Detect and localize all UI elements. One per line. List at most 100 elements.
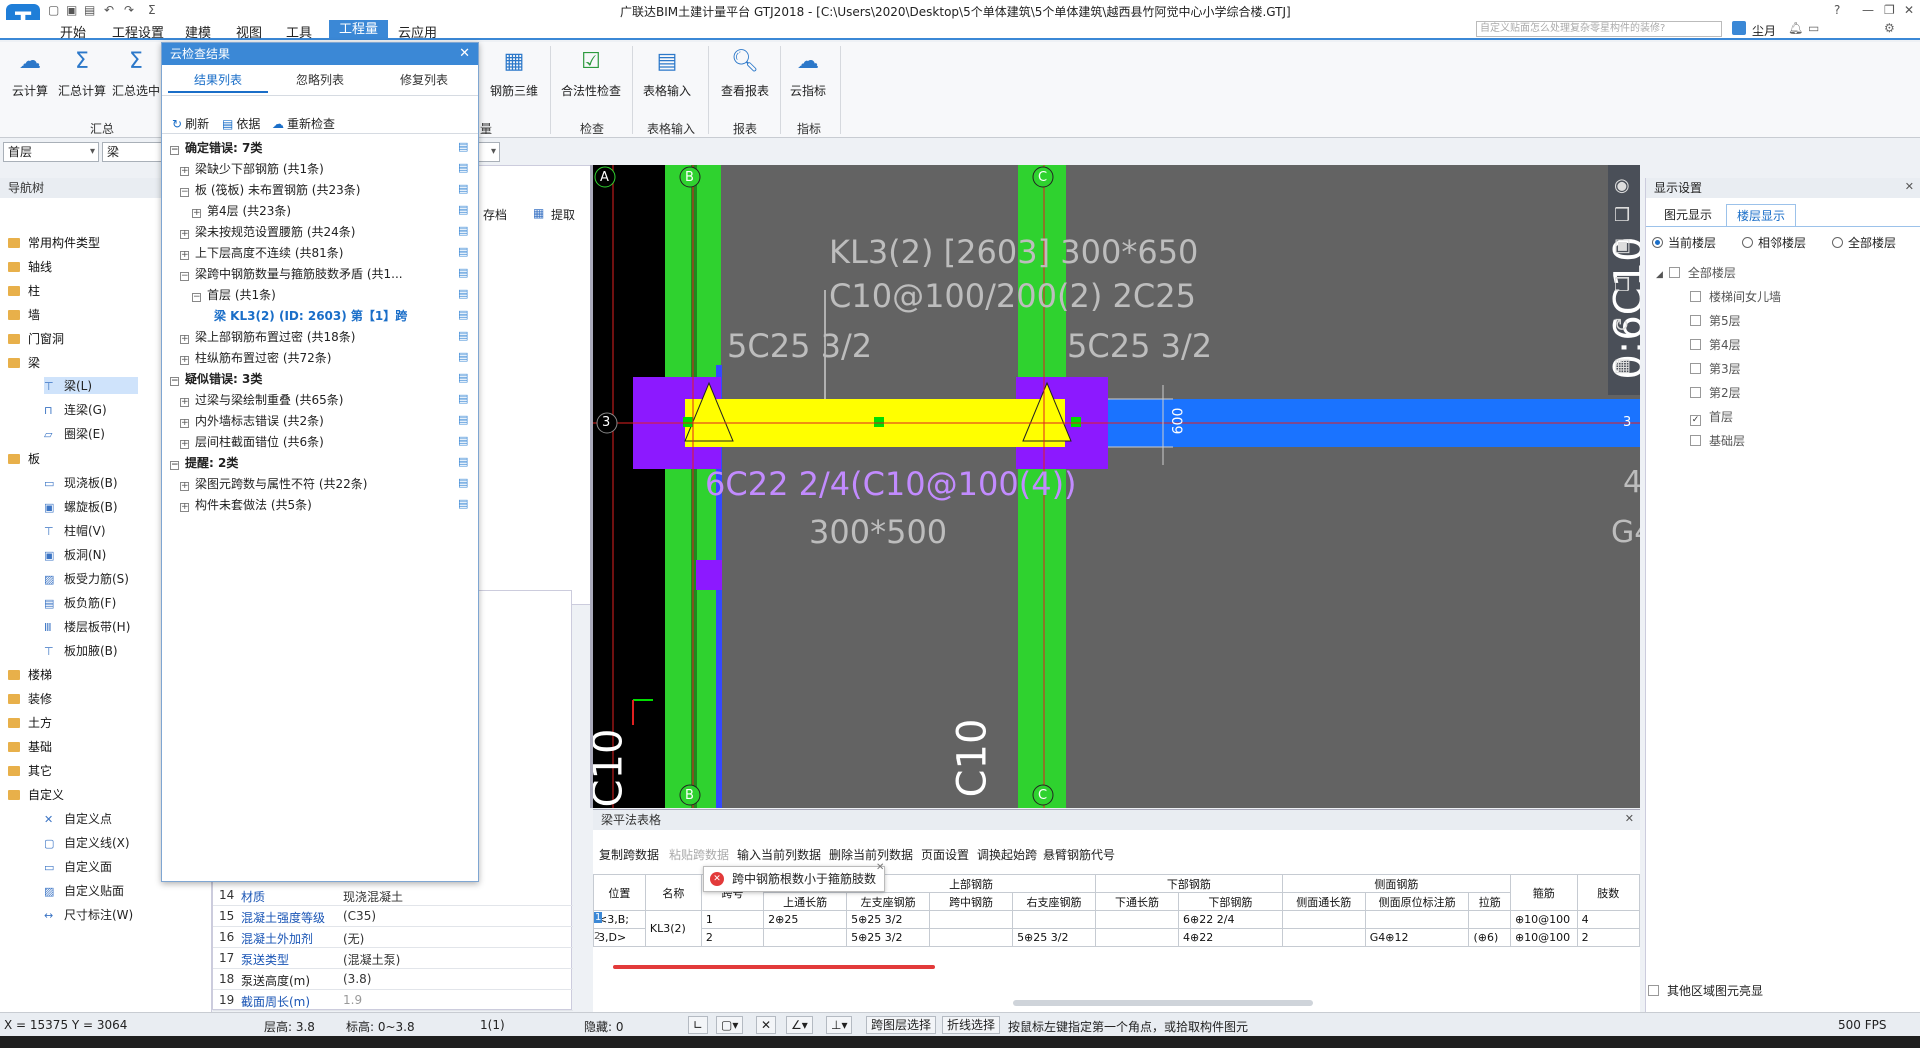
cell-top-continuous[interactable]: 2⊕25 <box>763 910 848 929</box>
cell-left-support[interactable]: 5⊕25 3/2 <box>846 928 931 947</box>
cell-legs[interactable]: 2 <box>1576 928 1641 947</box>
gear-icon[interactable]: ⚙ <box>1884 21 1895 35</box>
cloud-result-item[interactable]: + 柱纵筋布置过密 (共72条) <box>180 349 331 366</box>
expand-icon[interactable]: + <box>180 503 189 512</box>
document-icon[interactable]: ▤ <box>458 266 470 279</box>
paste-span-button[interactable]: 粘贴跨数据 <box>669 846 729 863</box>
cell-mid-span[interactable] <box>929 928 1014 947</box>
close-icon[interactable]: ✕ <box>459 46 470 61</box>
floor-checkbox[interactable]: 第3层 <box>1690 360 1741 377</box>
help-search-input[interactable]: 自定义贴面怎么处理复杂零星构件的装修? <box>1476 21 1722 37</box>
splitter[interactable] <box>590 165 593 808</box>
nav-beam[interactable]: 梁 <box>8 354 40 371</box>
summary-selected-button[interactable]: Σ 汇总选中 <box>110 48 162 99</box>
cell-span[interactable]: 1 <box>700 910 765 929</box>
nav-spiral-slab[interactable]: ▣ 螺旋板(B) <box>44 498 118 515</box>
cross-layer-select-button[interactable]: 跨图层选择 <box>866 1016 937 1034</box>
expand-icon[interactable]: + <box>180 419 189 428</box>
collapse-icon[interactable]: − <box>180 272 189 281</box>
cloud-calc-button[interactable]: ☁ 云计算 <box>0 48 60 99</box>
menu-modeling[interactable]: 建模 <box>185 22 211 41</box>
radio-current-floor[interactable]: 当前楼层 <box>1652 234 1716 251</box>
close-icon[interactable]: ✕ <box>1905 180 1914 193</box>
expand-icon[interactable]: + <box>180 440 189 449</box>
copy-span-button[interactable]: 复制跨数据 <box>599 846 659 863</box>
cell-name[interactable]: KL3(2) <box>644 910 702 947</box>
nav-ring-beam[interactable]: ▱ 圈梁(E) <box>44 425 105 442</box>
floor-checkbox[interactable]: 第2层 <box>1690 384 1741 401</box>
cloud-result-item[interactable]: + 梁图元跨数与属性不符 (共22条) <box>180 475 367 492</box>
floor-select[interactable]: 首层 <box>3 142 99 162</box>
document-icon[interactable]: ▤ <box>458 287 470 300</box>
radio-all-floors[interactable]: 全部楼层 <box>1832 234 1896 251</box>
expand-icon[interactable]: + <box>180 335 189 344</box>
document-icon[interactable]: ▤ <box>458 203 470 216</box>
nav-common-types[interactable]: 常用构件类型 <box>8 234 100 251</box>
extra-select[interactable] <box>478 142 500 162</box>
prop-row[interactable]: 18 泵送高度(m) (3.8) <box>213 969 573 990</box>
expand-icon[interactable]: + <box>180 398 189 407</box>
cloud-result-item[interactable]: + 梁缺少下部钢筋 (共1条) <box>180 160 324 177</box>
redo-icon[interactable]: ↷ <box>124 3 134 17</box>
cloud-result-item[interactable]: − 疑似错误: 3类 <box>170 370 262 387</box>
prop-row[interactable]: 17 泵送类型 (混凝土泵) <box>213 948 573 969</box>
document-icon[interactable]: ▤ <box>458 182 470 195</box>
cloud-result-item[interactable]: + 层间柱截面错位 (共6条) <box>180 433 324 450</box>
cell-stirrup[interactable]: ⊕10@100 <box>1509 910 1578 929</box>
orbit-icon[interactable]: ◉ <box>1614 175 1630 196</box>
floor-checkbox-first[interactable]: ✓ 首层 <box>1690 408 1733 426</box>
prop-row[interactable]: 19 截面周长(m) 1.9 <box>213 990 573 1011</box>
nav-stairs[interactable]: 楼梯 <box>8 666 52 683</box>
tab-result-list[interactable]: 结果列表 <box>168 67 268 93</box>
tab-ignore-list[interactable]: 忽略列表 <box>270 67 370 93</box>
floor-all-checkbox[interactable]: ◢ 全部楼层 <box>1656 264 1736 281</box>
cell-position[interactable]: 3,D> <box>593 928 646 947</box>
grip-point[interactable] <box>874 417 884 427</box>
cell-legs[interactable]: 4 <box>1576 910 1641 929</box>
grid-view-icon[interactable]: ▦ <box>1614 355 1631 376</box>
cell-top-continuous[interactable] <box>763 928 848 947</box>
refresh-button[interactable]: ↻ 刷新 <box>172 115 209 132</box>
expand-icon[interactable]: + <box>180 356 189 365</box>
floor-checkbox[interactable]: 第5层 <box>1690 312 1741 329</box>
cell-side-continuous[interactable] <box>1281 910 1366 929</box>
menu-tools[interactable]: 工具 <box>286 22 312 41</box>
cell-bottom-rebar[interactable]: 6⊕22 2/4 <box>1178 910 1283 929</box>
view-top-icon[interactable]: ▣ <box>1614 235 1631 256</box>
document-icon[interactable]: ▤ <box>458 476 470 489</box>
menu-project-settings[interactable]: 工程设置 <box>112 22 164 41</box>
menu-quantities[interactable]: 工程量 <box>329 20 389 40</box>
rotate-icon[interactable]: ↻ <box>1614 315 1629 336</box>
view-report-button[interactable]: 🔍︎ 查看报表 <box>714 48 776 99</box>
nav-column[interactable]: 柱 <box>8 282 40 299</box>
cell-side-original[interactable]: G4⊕12 <box>1364 928 1470 947</box>
document-icon[interactable]: ▤ <box>458 308 470 321</box>
view-box-icon[interactable]: ❒ <box>1614 275 1630 296</box>
menu-cloud[interactable]: 云应用 <box>398 22 437 41</box>
prop-value[interactable]: (3.8) <box>343 972 371 986</box>
cell-side-original[interactable] <box>1364 910 1470 929</box>
swap-start-span-button[interactable]: 调换起始跨 <box>977 846 1037 863</box>
nav-slab[interactable]: 板 <box>8 450 40 467</box>
grip-point[interactable] <box>1071 417 1081 427</box>
cell-left-support[interactable]: 5⊕25 3/2 <box>846 910 931 929</box>
floor-checkbox[interactable]: 第4层 <box>1690 336 1741 353</box>
document-icon[interactable]: ▤ <box>458 434 470 447</box>
cloud-result-item[interactable]: − 确定错误: 7类 <box>170 139 262 156</box>
cloud-result-item[interactable]: + 第4层 (共23条) <box>192 202 291 219</box>
page-setup-button[interactable]: 页面设置 <box>921 846 969 863</box>
cell-tie-bar[interactable] <box>1468 910 1511 929</box>
prop-value[interactable]: (混凝土泵) <box>343 951 400 968</box>
close-window-icon[interactable]: ✕ <box>1904 3 1914 17</box>
extract-button[interactable]: 提取 <box>551 206 575 223</box>
cloud-result-item[interactable]: − 板 (筏板) 未布置钢筋 (共23条) <box>180 181 360 198</box>
document-icon[interactable]: ▤ <box>458 455 470 468</box>
nav-slab-strip[interactable]: Ⅲ 楼层板带(H) <box>44 618 130 635</box>
cell-right-support[interactable]: 5⊕25 3/2 <box>1012 928 1097 947</box>
cloud-result-item[interactable]: + 梁上部钢筋布置过密 (共18条) <box>180 328 355 345</box>
nav-earthwork[interactable]: 土方 <box>8 714 52 731</box>
cloud-result-item[interactable]: + 过梁与梁绘制重叠 (共65条) <box>180 391 343 408</box>
table-row[interactable]: 3,D> 2 5⊕25 3/2 5⊕25 3/2 4⊕22 G4⊕12 (⊕6)… <box>593 928 1641 947</box>
nav-dimension[interactable]: ↔ 尺寸标注(W) <box>44 906 133 923</box>
angle-icon[interactable]: ∠▾ <box>786 1016 813 1034</box>
